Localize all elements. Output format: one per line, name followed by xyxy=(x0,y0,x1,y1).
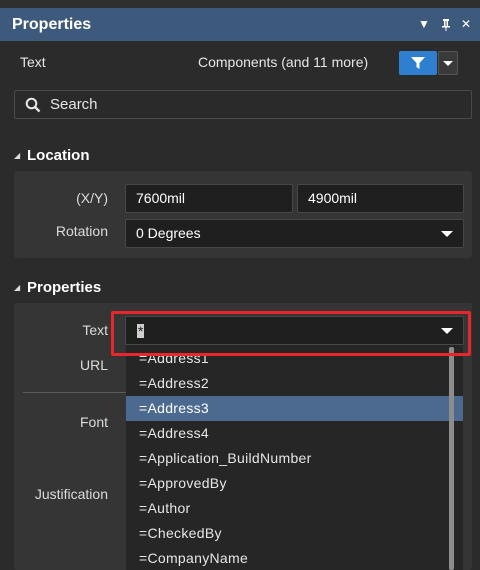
text-label: Text xyxy=(82,322,108,338)
close-icon[interactable]: ✕ xyxy=(458,8,474,41)
object-type-label: Text xyxy=(20,54,46,70)
pin-icon[interactable] xyxy=(438,8,454,41)
dropdown-item[interactable]: =Author xyxy=(126,496,463,521)
properties-section-title[interactable]: Properties xyxy=(27,278,101,298)
y-coordinate-field[interactable]: 4900mil xyxy=(297,184,464,213)
dropdown-item[interactable]: =ApprovedBy xyxy=(126,471,463,496)
panel-title-bar[interactable]: Properties ▼ ✕ xyxy=(0,8,480,41)
dropdown-scrollbar[interactable] xyxy=(449,347,454,570)
chevron-down-icon xyxy=(441,231,453,237)
justification-label: Justification xyxy=(34,486,108,502)
collapse-triangle-icon[interactable]: ◢ xyxy=(14,283,20,292)
filter-icon xyxy=(411,57,425,69)
url-label: URL xyxy=(79,357,108,373)
rotation-label: Rotation xyxy=(55,223,108,239)
collapse-triangle-icon[interactable]: ◢ xyxy=(14,151,20,160)
font-label: Font xyxy=(79,414,108,430)
dropdown-item[interactable]: =Application_BuildNumber xyxy=(126,446,463,471)
dropdown-item[interactable]: =Address2 xyxy=(126,371,463,396)
x-coordinate-field[interactable]: 7600mil xyxy=(125,184,293,213)
panel-menu-icon[interactable]: ▼ xyxy=(416,8,432,41)
divider xyxy=(23,392,128,393)
dropdown-item[interactable]: =Address4 xyxy=(126,421,463,446)
top-strip xyxy=(0,0,480,8)
search-icon xyxy=(25,97,41,113)
filter-button[interactable] xyxy=(399,51,437,75)
chevron-down-icon xyxy=(443,61,453,66)
location-section-title[interactable]: Location xyxy=(27,146,90,166)
rotation-value: 0 Degrees xyxy=(136,225,201,241)
dropdown-item-selected[interactable]: =Address3 xyxy=(126,396,463,421)
highlight-outline xyxy=(111,311,471,356)
filter-scope-label[interactable]: Components (and 11 more) xyxy=(198,52,368,72)
xy-label: (X/Y) xyxy=(76,190,108,206)
dropdown-item[interactable]: =CompanyName xyxy=(126,546,463,570)
filter-dropdown-button[interactable] xyxy=(438,51,458,75)
rotation-select[interactable]: 0 Degrees xyxy=(125,219,464,248)
dropdown-item[interactable]: =CheckedBy xyxy=(126,521,463,546)
search-placeholder: Search xyxy=(50,96,98,113)
panel-title: Properties xyxy=(12,16,92,33)
